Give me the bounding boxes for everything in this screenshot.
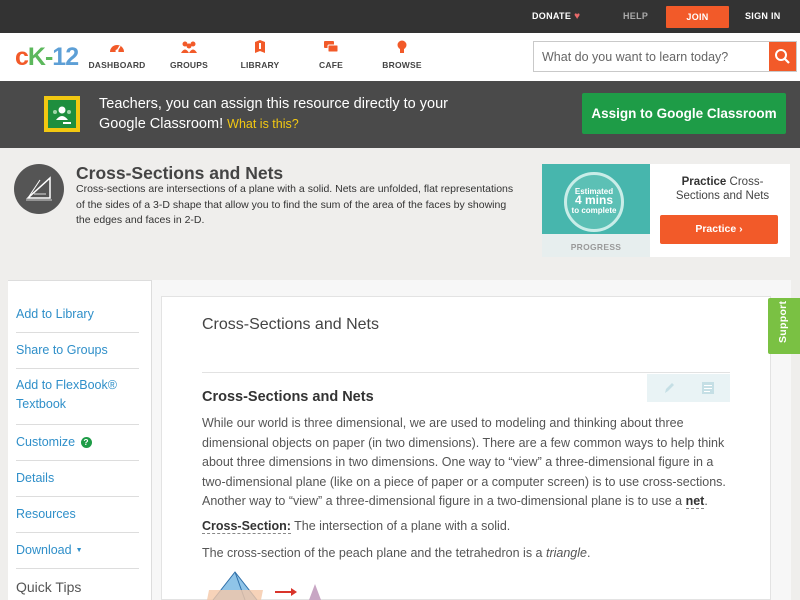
what-is-this-link[interactable]: What is this?: [227, 117, 299, 131]
cafe-icon: [324, 41, 339, 53]
ck12-logo[interactable]: cK-12: [15, 43, 79, 72]
concept-title: Cross-Sections and Nets: [76, 163, 284, 183]
sign-in-link[interactable]: SIGN IN: [745, 0, 781, 33]
top-bar: DONATE ♥ HELP JOIN SIGN IN: [0, 0, 800, 33]
practice-card: Estimated 4 mins to complete PROGRESS Pr…: [542, 164, 790, 257]
progress-label: PROGRESS: [570, 242, 622, 252]
browse-icon: [397, 40, 407, 53]
groups-icon: [181, 41, 197, 53]
concept-geometry-icon: [14, 164, 64, 214]
sidebar-quick-tips[interactable]: Quick Tips: [16, 569, 139, 600]
sidebar-item-customize[interactable]: Customize ?: [16, 425, 139, 461]
sidebar-item-add-to-flexbook[interactable]: Add to FlexBook® Textbook: [16, 369, 139, 425]
notes-icon[interactable]: [700, 380, 716, 396]
join-button[interactable]: JOIN: [666, 6, 729, 28]
library-icon: [255, 40, 265, 53]
chevron-right-icon: ›: [739, 223, 743, 235]
tetrahedron-cross-section-figure: [205, 568, 335, 600]
caret-down-icon: ▼: [75, 547, 83, 554]
intro-paragraph: While our world is three dimensional, we…: [202, 416, 726, 509]
dashboard-icon: [110, 45, 124, 53]
help-question-icon[interactable]: ?: [80, 437, 92, 448]
support-tab[interactable]: Support: [768, 298, 800, 354]
search-box: [533, 41, 797, 72]
sidebar-item-download[interactable]: Download ▼: [16, 533, 139, 569]
sidebar-item-resources[interactable]: Resources: [16, 497, 139, 533]
search-icon: [775, 49, 790, 64]
concept-description: Cross-sections are intersections of a pl…: [76, 183, 514, 226]
search-button[interactable]: [769, 42, 796, 71]
heart-icon: ♥: [574, 11, 581, 22]
search-input[interactable]: [542, 48, 762, 66]
sidebar: Add to Library Share to Groups Add to Fl…: [8, 280, 151, 600]
help-link[interactable]: HELP: [623, 0, 648, 33]
estimated-time-badge: Estimated 4 mins to complete: [564, 172, 624, 232]
pencil-icon[interactable]: [661, 380, 677, 396]
assign-google-classroom-button[interactable]: Assign to Google Classroom: [582, 93, 786, 134]
definition-cross-section: Cross-Section: The intersection of a pla…: [202, 519, 511, 534]
practice-progress-image: Estimated 4 mins to complete PROGRESS: [542, 164, 650, 257]
nav-dashboard[interactable]: DASHBOARD: [77, 40, 157, 70]
donate-link[interactable]: DONATE ♥: [532, 0, 580, 33]
cross-section-glossary-link[interactable]: Cross-Section:: [202, 519, 291, 534]
sidebar-item-add-to-library[interactable]: Add to Library: [16, 297, 139, 333]
practice-label: Practice Cross-Sections and Nets: [675, 176, 770, 202]
content-tools: [647, 374, 730, 402]
google-classroom-icon: [44, 96, 80, 132]
nav-bar: cK-12 DASHBOARD GROUPS LIBRARY CAFE BROW…: [0, 33, 800, 81]
nav-groups[interactable]: GROUPS: [149, 40, 229, 70]
practice-button[interactable]: Practice ›: [660, 215, 778, 244]
nav-browse[interactable]: BROWSE: [362, 40, 442, 70]
net-glossary-link[interactable]: net: [685, 494, 705, 509]
divider: [202, 372, 730, 373]
nav-library[interactable]: LIBRARY: [220, 40, 300, 70]
google-banner-text: Teachers, you can assign this resource d…: [99, 96, 448, 132]
section-heading: Cross-Sections and Nets: [202, 389, 374, 405]
sidebar-item-share-to-groups[interactable]: Share to Groups: [16, 333, 139, 369]
sidebar-item-details[interactable]: Details: [16, 461, 139, 497]
nav-cafe[interactable]: CAFE: [291, 40, 371, 70]
content-title: Cross-Sections and Nets: [202, 316, 379, 333]
triangle-sentence: The cross-section of the peach plane and…: [202, 546, 591, 560]
